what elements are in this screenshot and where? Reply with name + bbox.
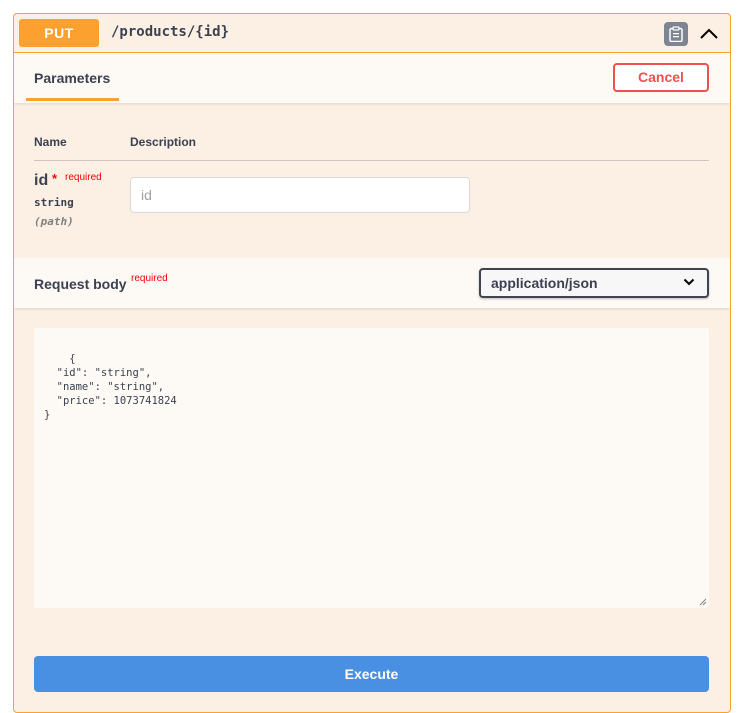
param-name: id [34, 172, 49, 189]
copy-to-clipboard-button[interactable] [664, 22, 688, 46]
tab-parameters[interactable]: Parameters [34, 70, 110, 86]
clipboard-icon [669, 26, 683, 42]
chevron-down-icon [683, 278, 695, 286]
request-body-required-label: required [131, 273, 168, 284]
cancel-button[interactable]: Cancel [613, 63, 709, 92]
id-input[interactable] [130, 177, 470, 213]
request-body-example: { "id": "string", "name": "string", "pri… [44, 353, 177, 421]
operation-block-put-products: PUT /products/{id} Parameters Cancel Nam… [13, 13, 731, 713]
endpoint-path: /products/{id} [111, 24, 230, 40]
parameters-header: Parameters Cancel [14, 53, 730, 104]
request-body-editor[interactable]: { "id": "string", "name": "string", "pri… [34, 328, 709, 608]
http-method-badge: PUT [19, 19, 99, 47]
content-type-select[interactable]: application/json [479, 268, 709, 298]
collapse-button[interactable] [697, 22, 721, 46]
operation-summary[interactable]: PUT /products/{id} [14, 14, 730, 53]
param-type: string [34, 196, 74, 209]
param-required-label: required [65, 172, 102, 183]
resize-grip-icon[interactable] [699, 598, 707, 606]
execute-button[interactable]: Execute [34, 656, 709, 692]
chevron-up-icon [700, 28, 718, 39]
request-body-title: Request body [34, 276, 127, 292]
active-tab-indicator [26, 98, 119, 101]
request-body-header: Request body required application/json [14, 258, 730, 309]
column-header-name: Name [34, 135, 67, 149]
content-type-value: application/json [491, 275, 598, 291]
required-star: * [52, 171, 58, 186]
param-location: (path) [34, 215, 74, 228]
table-header-divider [34, 160, 709, 161]
column-header-description: Description [130, 135, 197, 149]
